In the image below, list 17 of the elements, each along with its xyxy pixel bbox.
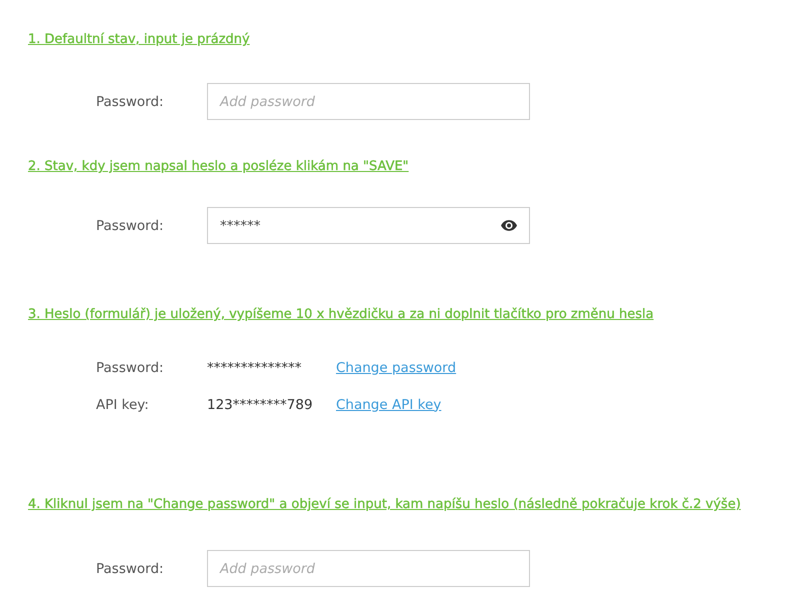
password-field[interactable]: Add password [207, 550, 530, 587]
section-heading: 1. Defaultní stav, input je prázdný [28, 31, 250, 49]
masked-value: ************** [207, 360, 302, 376]
password-field[interactable]: Add password [207, 83, 530, 120]
masked-value: 123********789 [207, 396, 314, 412]
section-heading: 4. Kliknul jsem na "Change password" a objeví se input, kam napíšu heslo (následně pokračuje krok č.2 výše) [28, 496, 741, 514]
field-label: Password: [96, 218, 165, 234]
section-heading: 2. Stav, kdy jsem napsal heslo a posléze klikám na "SAVE" [28, 158, 409, 176]
password-field[interactable]: ****** [207, 207, 530, 244]
field-label: Password: [96, 94, 165, 110]
field-label: API key: [96, 396, 150, 412]
eye-icon[interactable] [501, 220, 517, 231]
field-label: Password: [96, 360, 165, 376]
field-label: Password: [96, 560, 165, 576]
section-heading: 3. Heslo (formulář) je uložený, vypíšeme 10 x hvězdičku a za ni doplnit tlačítko pro změnu hesla [28, 306, 654, 324]
change-link[interactable]: Change API key [336, 396, 442, 412]
change-link[interactable]: Change password [336, 360, 456, 376]
